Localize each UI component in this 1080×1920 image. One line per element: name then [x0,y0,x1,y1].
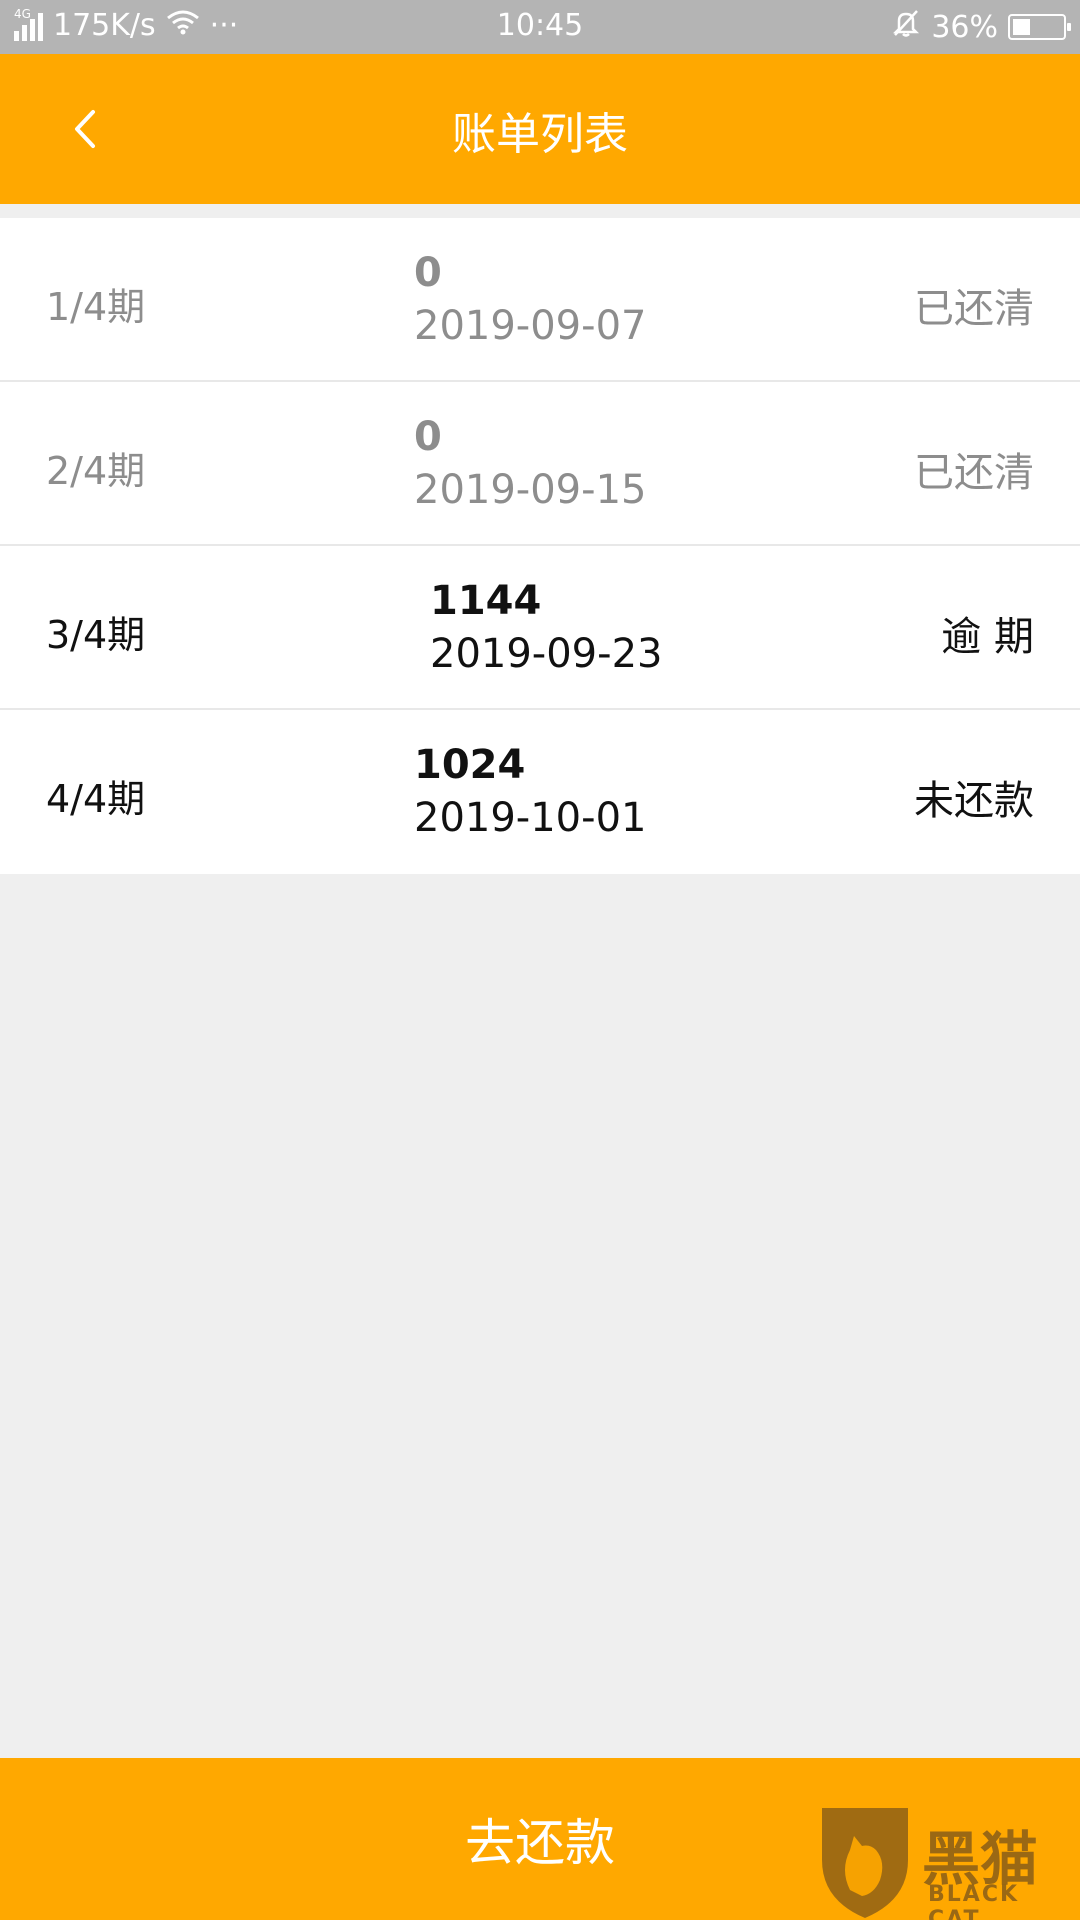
cat-shield-icon [822,1808,908,1918]
bill-date: 2019-09-23 [430,631,663,677]
bill-amount-block: 0 2019-09-15 [414,412,646,518]
bill-date: 2019-09-15 [414,467,647,513]
page-title: 账单列表 [452,109,628,160]
bill-period: 1/4期 [46,285,146,329]
bill-amount-block: 1024 2019-10-01 [414,740,646,846]
bill-date: 2019-10-01 [414,795,647,841]
battery-icon [1008,14,1071,40]
battery-percent: 36% [931,9,998,45]
bell-off-icon [891,8,921,46]
bill-period: 4/4期 [46,777,146,821]
pay-button-label: 去还款 [465,1814,615,1872]
bill-row[interactable]: 4/4期 1024 2019-10-01 未还款 [0,710,1080,874]
header: 账单列表 [0,54,1080,204]
bill-amount: 1024 [414,742,526,788]
battery-level [1013,19,1031,35]
status-right: 36% [891,8,1071,46]
watermark-subtext: BLACK CAT [928,1882,1020,1920]
bill-status: 未还款 [914,778,1034,824]
bill-amount-block: 1144 2019-09-23 [430,576,662,682]
bill-status: 逾 期 [941,614,1034,660]
bill-amount: 0 [414,250,442,296]
bill-status: 已还清 [914,450,1034,496]
bill-row[interactable]: 1/4期 0 2019-09-07 已还清 [0,218,1080,382]
bill-row[interactable]: 2/4期 0 2019-09-15 已还清 [0,382,1080,546]
bill-row[interactable]: 3/4期 1144 2019-09-23 逾 期 [0,546,1080,710]
bill-amount: 0 [414,414,442,460]
watermark-logo: 黑猫 BLACK CAT [810,1800,1080,1920]
bill-list: 1/4期 0 2019-09-07 已还清 2/4期 0 2019-09-15 … [0,218,1080,874]
bill-amount: 1144 [430,578,542,624]
bill-status: 已还清 [914,286,1034,332]
screen: 4G 175K/s ··· 10:45 36% 账单列表 1/4期 0 2019… [0,0,1080,1920]
bill-period: 3/4期 [46,613,146,657]
status-bar: 4G 175K/s ··· 10:45 36% [0,0,1080,54]
bill-amount-block: 0 2019-09-07 [414,248,646,354]
bill-period: 2/4期 [46,449,146,493]
bill-date: 2019-09-07 [414,303,647,349]
